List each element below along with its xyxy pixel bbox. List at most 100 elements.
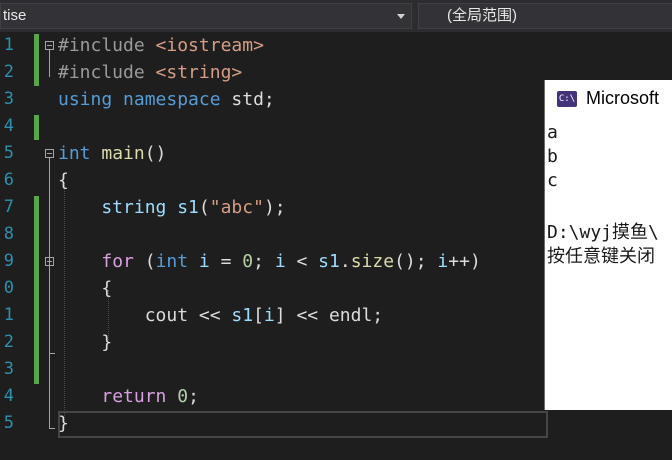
code-line[interactable]: int main() [58, 140, 166, 167]
code-token: int [155, 251, 189, 272]
code-token: ] << endl; [274, 305, 384, 326]
code-token: ; [253, 251, 275, 272]
line-number: 1 [3, 305, 14, 325]
range-dropdown[interactable]: (全局范围) [418, 3, 672, 29]
scope-dropdown-label: tise [3, 7, 27, 24]
line-number: 2 [3, 332, 14, 352]
code-line[interactable]: { [58, 167, 69, 194]
console-output-line: c [547, 170, 558, 191]
console-title: Microsoft [586, 88, 660, 108]
line-number: 6 [3, 170, 14, 190]
code-token: ( [198, 197, 210, 218]
console-output-line: b [547, 146, 558, 167]
code-token: { [58, 170, 69, 191]
code-line[interactable]: { [58, 275, 112, 302]
navigation-bar: tise (全局范围) [0, 0, 672, 32]
code-token: <iostream> [155, 35, 264, 56]
code-token: "abc" [209, 197, 264, 218]
code-token: s1 [231, 305, 254, 326]
fold-guide-end [49, 428, 55, 429]
code-token: main [101, 143, 145, 164]
line-number: 4 [3, 386, 14, 406]
code-token: cout << [58, 305, 232, 326]
change-bar [34, 196, 39, 384]
code-token: ( [133, 251, 156, 272]
code-token: namespace [123, 89, 221, 110]
terminal-icon: C:\ [557, 91, 577, 107]
line-number: 2 [3, 62, 14, 82]
code-token: ; [188, 386, 199, 407]
current-line-highlight [58, 411, 548, 438]
code-token: . [339, 251, 351, 272]
code-line[interactable]: } [58, 329, 112, 356]
code-token: [ [253, 305, 264, 326]
code-line[interactable]: } [58, 410, 69, 437]
code-token: i [274, 251, 286, 272]
line-number: 0 [3, 278, 14, 298]
collapse-toggle-icon[interactable] [45, 41, 54, 50]
code-token: 0 [177, 386, 189, 407]
code-line[interactable]: return 0; [58, 383, 199, 410]
console-output[interactable]: a b c D:\wyj摸鱼\ 按任意键关闭 [545, 122, 672, 410]
code-token: std; [220, 89, 275, 110]
code-token: = [209, 251, 243, 272]
code-line[interactable]: #include <string> [58, 59, 242, 86]
code-token: 0 [242, 251, 254, 272]
code-line[interactable]: cout << s1[i] << endl; [58, 302, 383, 329]
code-token: using [58, 89, 113, 110]
code-token: (); [394, 251, 438, 272]
fold-guide-end [49, 353, 55, 354]
line-number: 3 [3, 89, 14, 109]
code-token: () [144, 143, 167, 164]
code-line[interactable]: #include <iostream> [58, 32, 264, 59]
line-number: 1 [3, 35, 14, 55]
code-token: } [58, 332, 113, 353]
line-number: 5 [3, 143, 14, 163]
code-token: i [437, 251, 449, 272]
code-token: size [350, 251, 395, 272]
fold-guide [49, 158, 50, 428]
code-token: i [263, 305, 275, 326]
code-line[interactable]: string s1("abc"); [58, 194, 286, 221]
code-token: < [285, 251, 319, 272]
range-dropdown-label: (全局范围) [447, 7, 517, 24]
code-token: #include [58, 62, 156, 83]
chevron-down-icon[interactable] [397, 14, 405, 19]
code-token: #include [58, 35, 156, 56]
code-token: ); [263, 197, 286, 218]
console-window[interactable]: C:\ Microsoft a b c D:\wyj摸鱼\ 按任意键关闭 [544, 80, 672, 410]
collapse-toggle-icon[interactable] [45, 149, 54, 158]
change-bar [34, 34, 39, 86]
code-token: s1 [318, 251, 340, 272]
code-token: return [101, 386, 167, 407]
code-token: string [58, 197, 178, 218]
scope-dropdown[interactable]: tise [0, 3, 412, 29]
fold-guide [49, 50, 50, 77]
console-output-line: a [547, 122, 558, 143]
line-number: 4 [3, 116, 14, 136]
line-number: 8 [3, 224, 14, 244]
code-token: } [58, 413, 69, 434]
line-number: 7 [3, 197, 14, 217]
code-token: for [101, 251, 134, 272]
console-titlebar[interactable]: C:\ Microsoft [545, 80, 672, 118]
code-token: ++) [448, 251, 481, 272]
code-token: int [58, 143, 91, 164]
code-token: i [198, 251, 210, 272]
code-token: <string> [155, 62, 243, 83]
line-number: 9 [3, 251, 14, 271]
collapse-toggle-icon[interactable] [45, 257, 54, 266]
code-token: s1 [177, 197, 199, 218]
console-output-line: D:\wyj摸鱼\ [547, 222, 659, 243]
code-token: { [58, 278, 113, 299]
code-line[interactable]: using namespace std; [58, 86, 275, 113]
code-line[interactable]: for (int i = 0; i < s1.size(); i++) [58, 248, 481, 275]
line-number: 5 [3, 413, 14, 433]
console-output-line: 按任意键关闭 [547, 246, 655, 267]
